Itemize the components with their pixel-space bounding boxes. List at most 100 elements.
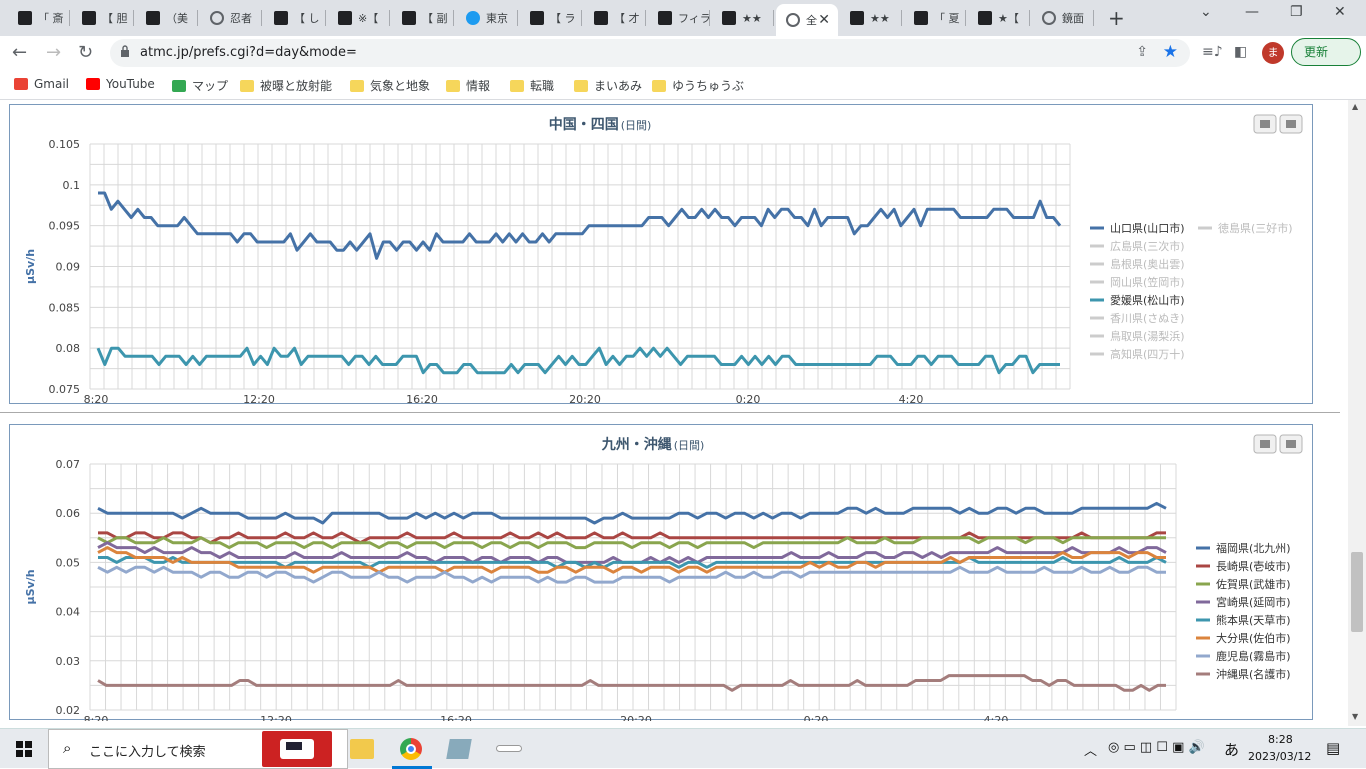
tab-label: ★【 xyxy=(998,12,1019,25)
bookmark-label: 転職 xyxy=(530,79,555,93)
scroll-thumb[interactable] xyxy=(1351,552,1363,632)
bookmark-6[interactable]: 情報 xyxy=(446,77,490,94)
clock-date[interactable]: 2023/03/12 xyxy=(1248,750,1311,763)
close-tab-icon[interactable]: ✕ xyxy=(818,12,830,28)
maximize-button[interactable]: ❐ xyxy=(1290,4,1303,20)
legend-item[interactable]: 徳島県(三好市) xyxy=(1218,221,1293,235)
bookmark-8[interactable]: まいあみ xyxy=(574,77,642,94)
chrome-icon[interactable] xyxy=(400,738,422,760)
legend-item[interactable]: 熊本県(天草市) xyxy=(1216,613,1291,627)
tab-6[interactable]: ※【 xyxy=(328,4,390,32)
legend-item[interactable]: 広島県(三次市) xyxy=(1110,239,1185,253)
legend-item[interactable]: 長崎県(壱岐市) xyxy=(1216,559,1291,573)
bookmark-9[interactable]: ゆうちゅうぶ xyxy=(652,77,744,94)
download-icon xyxy=(1286,440,1296,448)
tab-17[interactable]: 鏡面 xyxy=(1032,4,1094,32)
tab-5[interactable]: 【 し xyxy=(264,4,326,32)
windows-start-icon[interactable] xyxy=(16,741,32,757)
legend-item[interactable]: 岡山県(笠岡市) xyxy=(1110,275,1185,289)
taskbar: ⌕ ここに入力して検索 ︿ ◎ ▭ ◫ ☐ ▣ 🔊 あ 8:28 2023/03… xyxy=(0,728,1366,769)
minimize-button[interactable]: — xyxy=(1245,4,1259,20)
bookmark-star-icon[interactable]: ★ xyxy=(1163,42,1178,62)
legend-item[interactable]: 鹿児島(霧島市) xyxy=(1216,649,1291,663)
share-icon[interactable]: ⇪ xyxy=(1136,44,1148,60)
legend-item[interactable]: 福岡県(北九州) xyxy=(1216,541,1291,555)
bookmarks-bar: Gmail YouTube マップ 被曝と放射能 気象と地象 情報 転職 まいあみ ゆうちゅうぶ xyxy=(0,70,1366,100)
back-icon[interactable]: ← xyxy=(12,42,27,63)
y-tick-label: 0.06 xyxy=(56,507,81,520)
side-panel-icon[interactable]: ◧ xyxy=(1234,44,1247,60)
tab-11[interactable]: フィラ xyxy=(648,4,710,32)
tab-label: ★★ xyxy=(742,11,762,25)
clock-time[interactable]: 8:28 xyxy=(1268,733,1293,746)
bookmark-label: ゆうちゅうぶ xyxy=(672,79,745,93)
tab-label: 「 夏 xyxy=(934,12,960,25)
bookmark-3[interactable]: マップ xyxy=(172,77,228,94)
legend-item[interactable]: 大分県(佐伯市) xyxy=(1216,631,1291,645)
legend-item[interactable]: 沖縄県(名護市) xyxy=(1216,667,1291,681)
chart-title: 中国・四国 xyxy=(549,116,619,133)
tab-4[interactable]: 忍者 xyxy=(200,4,262,32)
profile-avatar[interactable]: ま xyxy=(1262,42,1284,64)
tab-13[interactable]: 全 ✕ xyxy=(776,4,838,36)
tab-16[interactable]: ★【 xyxy=(968,4,1030,32)
tab-10[interactable]: 【 才 xyxy=(584,4,646,32)
file-explorer-icon[interactable] xyxy=(350,739,374,759)
bookmark-7[interactable]: 転職 xyxy=(510,77,554,94)
tab-label: ※【 xyxy=(358,12,379,25)
close-window-button[interactable]: ✕ xyxy=(1334,4,1346,20)
reload-icon[interactable]: ↻ xyxy=(78,42,93,63)
site-favicon-icon xyxy=(172,79,186,92)
site-icon xyxy=(722,11,736,25)
chart-title-group: 九州・沖縄 (日間) xyxy=(601,436,705,453)
scroll-down-icon[interactable]: ▼ xyxy=(1352,712,1358,721)
tab-15[interactable]: 「 夏 xyxy=(904,4,966,32)
ime-indicator[interactable]: あ xyxy=(1224,739,1239,760)
legend-item[interactable]: 佐賀県(武雄市) xyxy=(1216,577,1291,591)
new-tab-button[interactable]: + xyxy=(1108,6,1125,30)
tab-2[interactable]: 【 胆 xyxy=(72,4,134,32)
x-tick-label: 16:20 xyxy=(440,714,472,721)
legend-item[interactable]: 宮崎県(延岡市) xyxy=(1216,595,1291,609)
tab-8[interactable]: 東京 xyxy=(456,4,518,32)
legend-item[interactable]: 高知県(四万十) xyxy=(1110,347,1185,361)
y-tick-label: 0.05 xyxy=(56,556,81,569)
bookmark-4[interactable]: 被曝と放射能 xyxy=(240,77,332,94)
vertical-scrollbar[interactable]: ▲ ▼ xyxy=(1348,100,1366,726)
tab-3[interactable]: （美 xyxy=(136,4,198,32)
legend-item[interactable]: 愛媛県(松山市) xyxy=(1110,293,1185,307)
update-button[interactable]: 更新 xyxy=(1291,38,1361,66)
tab-12[interactable]: ★★ xyxy=(712,4,774,32)
y-tick-label: 0.075 xyxy=(49,383,81,396)
chart-subtitle: (日間) xyxy=(621,119,652,132)
media-icon[interactable]: ≡♪ xyxy=(1202,44,1223,60)
print-icon xyxy=(1260,120,1270,128)
legend-item[interactable]: 香川県(さぬき) xyxy=(1110,312,1184,325)
search-highlight-image[interactable] xyxy=(262,731,332,767)
notification-icon[interactable]: ▤ xyxy=(1326,739,1340,757)
bookmark-5[interactable]: 気象と地象 xyxy=(350,77,430,94)
twitter-icon xyxy=(466,11,480,25)
legend-item[interactable]: 山口県(山口市) xyxy=(1110,221,1185,235)
bookmark-1[interactable]: Gmail xyxy=(14,77,69,91)
tab-9[interactable]: 【 ラ xyxy=(520,4,582,32)
legend-item[interactable]: 鳥取県(湯梨浜) xyxy=(1110,329,1185,343)
site-icon xyxy=(274,11,288,25)
site-icon xyxy=(402,11,416,25)
y-tick-label: 0.085 xyxy=(49,301,81,314)
bookmark-2[interactable]: YouTube xyxy=(86,77,155,91)
tab-search-icon[interactable]: ⌄ xyxy=(1200,4,1212,20)
tab-label: 全 xyxy=(806,14,817,27)
tab-1[interactable]: 「 斎 xyxy=(8,4,70,32)
tray-icons[interactable]: ◎ ▭ ◫ ☐ ▣ 🔊 xyxy=(1108,740,1205,755)
legend-item[interactable]: 島根県(奥出雲) xyxy=(1110,257,1185,271)
address-bar[interactable]: atmc.jp/prefs.cgi?d=day&mode= ⇪ ★ xyxy=(110,39,1190,67)
scroll-up-icon[interactable]: ▲ xyxy=(1352,102,1358,111)
tab-7[interactable]: 【 副 xyxy=(392,4,454,32)
tab-label: 東京 xyxy=(486,12,508,25)
tab-14[interactable]: ★★ xyxy=(840,4,902,32)
tray-chevron-icon[interactable]: ︿ xyxy=(1084,740,1097,759)
forward-icon[interactable]: → xyxy=(46,42,61,63)
app-icon[interactable] xyxy=(446,739,472,759)
app-icon-2[interactable] xyxy=(496,745,522,752)
